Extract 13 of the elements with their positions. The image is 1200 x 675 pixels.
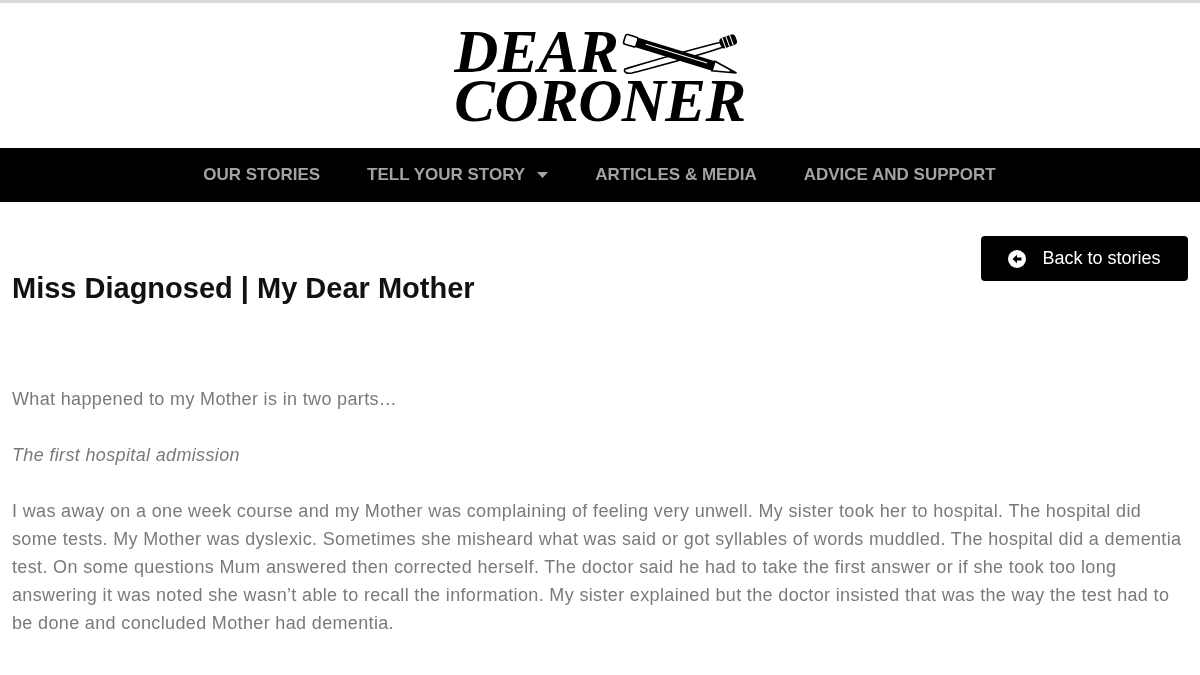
article-title: Miss Diagnosed | My Dear Mother bbox=[12, 271, 475, 306]
caret-down-icon bbox=[537, 172, 549, 178]
logo-text: CORONER bbox=[454, 77, 746, 125]
nav-link[interactable]: ARTICLES & MEDIA bbox=[595, 162, 757, 188]
back-to-stories-button[interactable]: Back to stories bbox=[981, 236, 1188, 281]
logo-text: DEAR bbox=[454, 27, 619, 77]
back-arrow-circle-icon bbox=[1008, 249, 1027, 268]
paragraph: I was away on a one week course and my Mother was complaining of feeling very unwell. My sister took her to hospital. The hospital did some tests. My Mother was dyslexic. Sometimes she misheard what was said or got syllables of words muddled. The hospital did a dementia test. On some questions Mum answered then corrected herself. The doctor said he had to take the first answer or if she took too long answering it was noted she wasn’t able to recall the information. My sister explained but the doctor insisted that was the way the test had to be done and concluded Mother had dementia. bbox=[12, 500, 1183, 635]
nav-link[interactable]: ADVICE AND SUPPORT bbox=[803, 162, 996, 188]
section-heading: The first hospital admission bbox=[12, 444, 241, 467]
nav-link[interactable]: TELL YOUR STORY bbox=[367, 162, 549, 188]
nav-link[interactable]: OUR STORIES bbox=[203, 162, 321, 188]
paragraph: What happened to my Mother is in two parts… bbox=[12, 388, 399, 411]
